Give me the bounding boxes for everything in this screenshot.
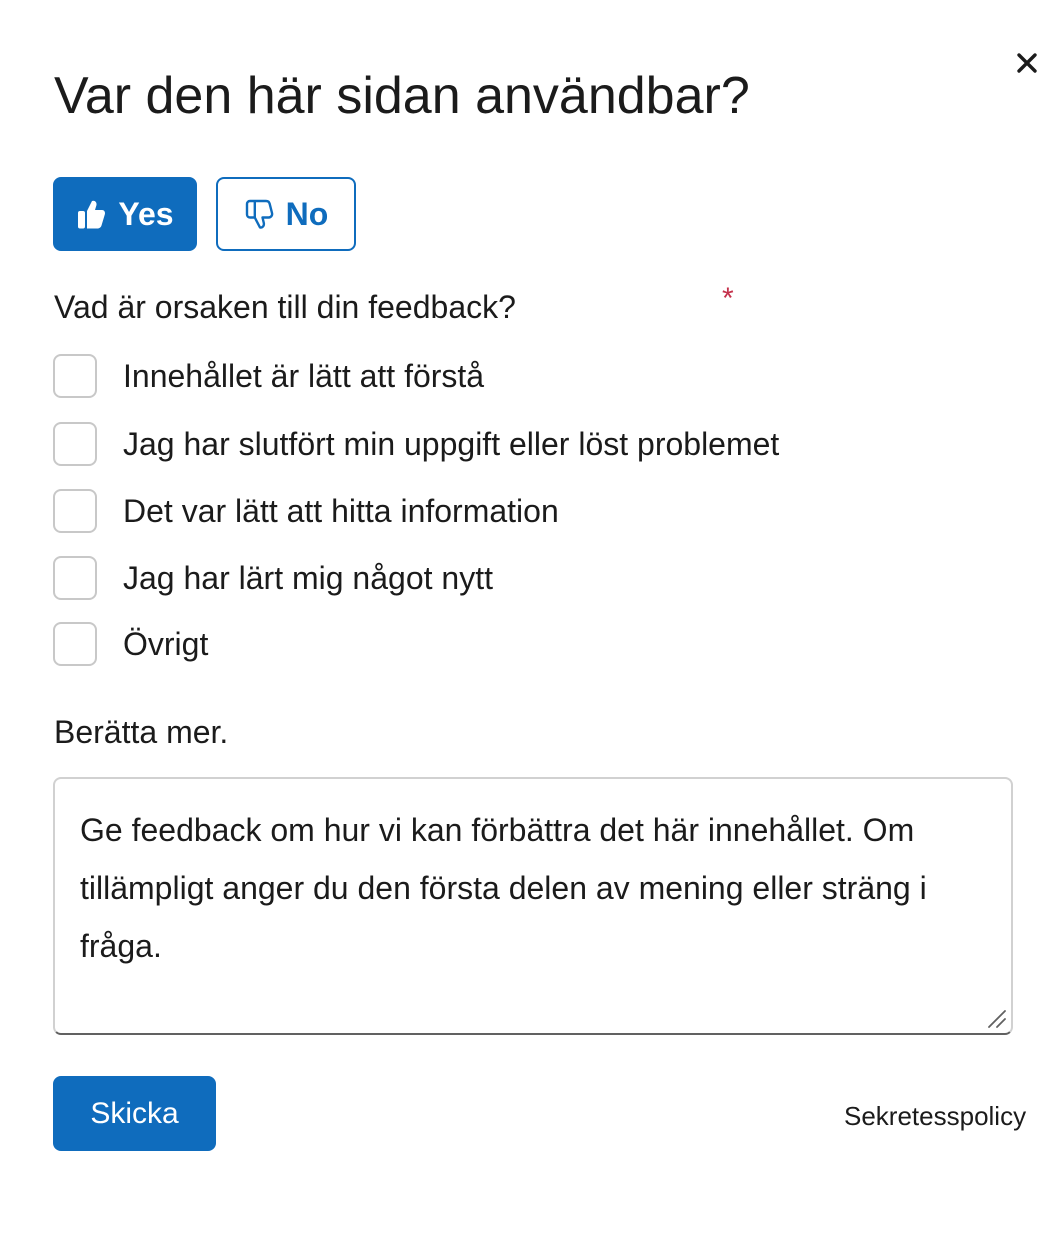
option-easy-to-understand[interactable]: Innehållet är lätt att förstå xyxy=(53,352,484,400)
yes-button[interactable]: Yes xyxy=(53,177,197,251)
option-label: Jag har lärt mig något nytt xyxy=(123,560,493,596)
checkbox[interactable] xyxy=(53,422,97,466)
dialog-title: Var den här sidan användbar? xyxy=(54,67,750,125)
feedback-dialog: Var den här sidan användbar? Yes No Vad … xyxy=(0,0,1062,1254)
resize-handle-icon[interactable] xyxy=(983,1005,1007,1029)
option-label: Övrigt xyxy=(123,626,209,662)
option-other[interactable]: Övrigt xyxy=(53,620,208,668)
no-label: No xyxy=(285,195,329,232)
submit-label: Skicka xyxy=(90,1096,179,1130)
checkbox[interactable] xyxy=(53,556,97,600)
thumbs-up-icon xyxy=(78,200,106,229)
close-button[interactable] xyxy=(1010,46,1044,80)
option-label: Innehållet är lätt att förstå xyxy=(123,358,485,394)
option-easy-to-find[interactable]: Det var lätt att hitta information xyxy=(53,487,559,535)
option-label: Jag har slutfört min uppgift eller löst … xyxy=(123,426,780,462)
checkbox[interactable] xyxy=(53,489,97,533)
feedback-textarea[interactable]: Ge feedback om hur vi kan förbättra det … xyxy=(53,777,1013,1035)
checkbox[interactable] xyxy=(53,354,97,398)
no-button[interactable]: No xyxy=(216,177,356,251)
thumbs-down-icon xyxy=(245,199,273,229)
option-task-completed[interactable]: Jag har slutfört min uppgift eller löst … xyxy=(53,420,779,468)
option-learned-something[interactable]: Jag har lärt mig något nytt xyxy=(53,554,493,602)
option-label: Det var lätt att hitta information xyxy=(123,493,559,529)
required-indicator: * xyxy=(722,282,734,315)
textarea-placeholder: Ge feedback om hur vi kan förbättra det … xyxy=(80,812,927,964)
checkbox[interactable] xyxy=(53,622,97,666)
reason-question: Vad är orsaken till din feedback? xyxy=(54,289,516,325)
details-label: Berätta mer. xyxy=(54,714,229,750)
yes-label: Yes xyxy=(118,195,174,232)
submit-button[interactable]: Skicka xyxy=(53,1076,216,1151)
privacy-policy-link[interactable]: Sekretesspolicy xyxy=(844,1101,1026,1132)
close-icon xyxy=(1017,53,1037,73)
